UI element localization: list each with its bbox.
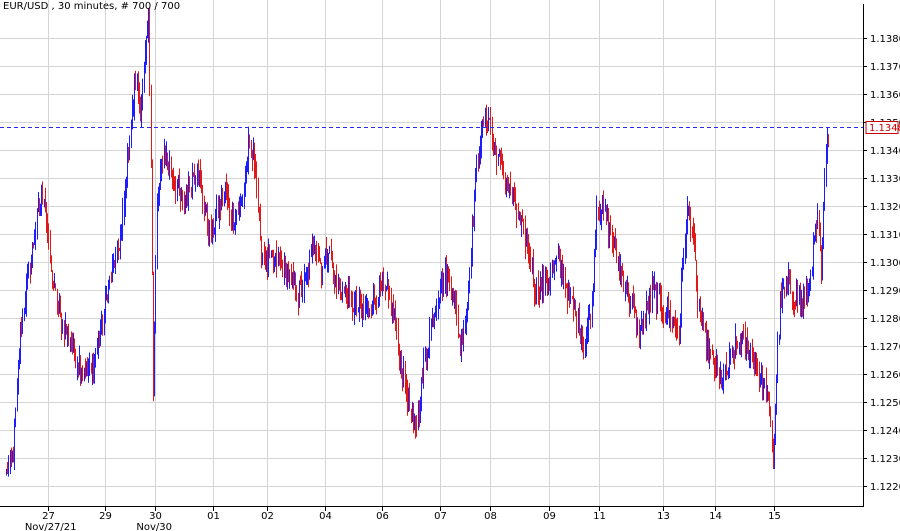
- x-tick-label: 04: [319, 511, 332, 522]
- y-tick-label: 1.1280: [870, 314, 900, 325]
- y-tick-label: 1.1290: [870, 286, 900, 297]
- x-tick-label: 29: [99, 511, 112, 522]
- y-tick-label: 1.1250: [870, 398, 900, 409]
- chart-title: EUR/USD , 30 minutes, # 700 / 700: [3, 1, 180, 12]
- x-tick-label: 01: [207, 511, 220, 522]
- y-tick-label: 1.1370: [870, 62, 900, 73]
- y-tick-label: 1.1310: [870, 230, 900, 241]
- x-tick-label: 08: [484, 511, 497, 522]
- x-axis: 27 29 30 01 02 04 06 07 08 09 11 13 14 15 Nov/27/21 Nov…: [25, 506, 781, 531]
- x-tick-label: 27: [42, 511, 55, 522]
- chart: 1.1220 1.1230 1.1240 1.1250 1.1260 1.1270 1.12…: [0, 0, 900, 531]
- x-tick-label: 14: [709, 511, 722, 522]
- y-tick-label: 1.1300: [870, 258, 900, 269]
- x-tick-label: 30: [149, 511, 162, 522]
- x-tick-label: 09: [543, 511, 556, 522]
- y-tick-label: 1.1330: [870, 174, 900, 185]
- current-price-tag: 1.1348: [865, 121, 900, 134]
- x-tick-label: 11: [593, 511, 606, 522]
- x-tick-label: 13: [657, 511, 670, 522]
- y-tick-label: 1.1240: [870, 426, 900, 437]
- x-date-label: Nov/27/21: [25, 522, 77, 531]
- y-tick-label: 1.1360: [870, 90, 900, 101]
- x-tick-label: 07: [434, 511, 447, 522]
- y-tick-label: 1.1340: [870, 146, 900, 157]
- y-tick-label: 1.1260: [870, 370, 900, 381]
- y-tick-label: 1.1230: [870, 454, 900, 465]
- current-price-label: 1.1348: [869, 123, 900, 134]
- x-tick-label: 06: [376, 511, 389, 522]
- x-tick-label: 02: [261, 511, 274, 522]
- y-tick-label: 1.1320: [870, 202, 900, 213]
- y-tick-label: 1.1270: [870, 342, 900, 353]
- y-tick-label: 1.1220: [870, 482, 900, 493]
- y-axis: 1.1220 1.1230 1.1240 1.1250 1.1260 1.1270 1.12…: [863, 34, 900, 493]
- x-tick-label: 15: [768, 511, 781, 522]
- y-tick-label: 1.1380: [870, 34, 900, 45]
- x-date-label: Nov/30: [136, 522, 172, 531]
